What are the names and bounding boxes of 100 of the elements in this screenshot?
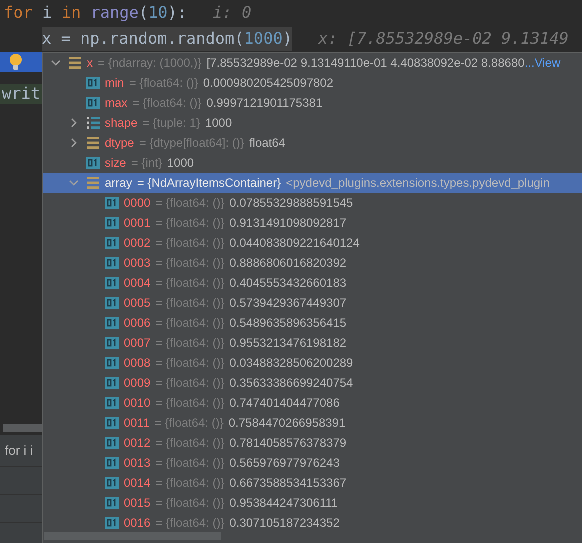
chevron-right-icon[interactable] bbox=[69, 118, 79, 128]
variable-row[interactable]: 0012 = {float64: ()} 0.7814058576378379 bbox=[43, 433, 582, 453]
chevron-down-icon[interactable] bbox=[69, 178, 79, 188]
variable-row[interactable]: 0010 = {float64: ()} 0.747401404477086 bbox=[43, 393, 582, 413]
primitive-value-icon bbox=[105, 357, 119, 369]
variable-row[interactable]: 0007 = {float64: ()} 0.9553213476198182 bbox=[43, 333, 582, 353]
variable-type: = {float64: ()} bbox=[156, 435, 225, 452]
lightbulb-icon[interactable] bbox=[9, 54, 23, 70]
variable-row[interactable]: 0009 = {float64: ()} 0.35633386699240754 bbox=[43, 373, 582, 393]
variable-name: 0006 bbox=[124, 315, 151, 332]
variable-row[interactable]: x = {ndarray: (1000,)} [7.85532989e-02 9.13149110e-01 4.40838092e-02 8.88680...View bbox=[43, 53, 582, 73]
variable-row[interactable]: 0008 = {float64: ()} 0.03488328506200289 bbox=[43, 353, 582, 373]
variable-name: 0015 bbox=[124, 495, 151, 512]
variable-row[interactable]: 0000 = {float64: ()} 0.07855329888591545 bbox=[43, 193, 582, 213]
primitive-value-icon bbox=[105, 297, 119, 309]
variable-name: size bbox=[105, 155, 126, 172]
variable-row[interactable]: 0002 = {float64: ()} 0.044083809221640124 bbox=[43, 233, 582, 253]
variable-name: 0010 bbox=[124, 395, 151, 412]
variable-row[interactable]: 0005 = {float64: ()} 0.5739429367449307 bbox=[43, 293, 582, 313]
list-icon bbox=[86, 137, 100, 149]
variable-type: = {float64: ()} bbox=[156, 235, 225, 252]
view-link[interactable]: ...View bbox=[524, 54, 561, 72]
primitive-value-icon bbox=[105, 397, 119, 409]
variable-row[interactable]: max = {float64: ()} 0.9997121901175381 bbox=[43, 93, 582, 113]
variable-name: 0013 bbox=[124, 455, 151, 472]
variable-name: 0000 bbox=[124, 195, 151, 212]
variable-name: 0003 bbox=[124, 255, 151, 272]
primitive-value-icon bbox=[105, 477, 119, 489]
tab[interactable]: for i i bbox=[0, 435, 42, 467]
primitive-value-icon bbox=[105, 197, 119, 209]
primitive-value-icon bbox=[105, 497, 119, 509]
variable-value: 0.9997121901175381 bbox=[206, 95, 323, 112]
variable-name: x bbox=[87, 55, 93, 72]
primitive-value-icon bbox=[105, 277, 119, 289]
variable-name: 0012 bbox=[124, 435, 151, 452]
variable-row[interactable]: 0001 = {float64: ()} 0.9131491098092817 bbox=[43, 213, 582, 233]
variable-type: = {float64: ()} bbox=[156, 295, 225, 312]
primitive-value-icon bbox=[105, 457, 119, 469]
variable-row[interactable]: 0011 = {float64: ()} 0.7584470266958391 bbox=[43, 413, 582, 433]
primitive-value-icon bbox=[105, 437, 119, 449]
variable-row[interactable]: 0013 = {float64: ()} 0.565976977976243 bbox=[43, 453, 582, 473]
list-icon bbox=[86, 177, 100, 189]
variable-type: = {float64: ()} bbox=[156, 275, 225, 292]
primitive-value-icon bbox=[105, 217, 119, 229]
primitive-value-icon bbox=[105, 377, 119, 389]
variable-name: 0011 bbox=[124, 415, 150, 432]
variable-type: = {float64: ()} bbox=[156, 495, 225, 512]
variable-row[interactable]: 0015 = {float64: ()} 0.953844247306111 bbox=[43, 493, 582, 513]
chevron-right-icon[interactable] bbox=[69, 138, 79, 148]
variable-row[interactable]: array = {NdArrayItemsContainer} <pydevd_plugins.extensions.types.pydevd_plugin bbox=[43, 173, 582, 193]
variable-type: = {tuple: 1} bbox=[142, 115, 200, 132]
variable-value: 0.03488328506200289 bbox=[230, 355, 354, 372]
variable-type: = {float64: ()} bbox=[156, 515, 225, 532]
variable-row[interactable]: size = {int} 1000 bbox=[43, 153, 582, 173]
variable-value: 0.000980205425097802 bbox=[203, 75, 334, 92]
variable-name: 0016 bbox=[124, 515, 151, 532]
variable-value: 0.6673588534153367 bbox=[230, 475, 347, 492]
primitive-value-icon bbox=[86, 157, 100, 169]
primitive-value-icon bbox=[105, 257, 119, 269]
variable-type: = {float64: ()} bbox=[156, 375, 225, 392]
primitive-value-icon bbox=[105, 517, 119, 529]
variable-name: 0008 bbox=[124, 355, 151, 372]
variable-value: [7.85532989e-02 9.13149110e-01 4.40838092e-02 8.88680 bbox=[206, 55, 525, 72]
variable-type: = {float64: ()} bbox=[156, 355, 225, 372]
variable-row[interactable]: min = {float64: ()} 0.000980205425097802 bbox=[43, 73, 582, 93]
variable-name: array bbox=[105, 175, 132, 192]
variable-value: 0.747401404477086 bbox=[230, 395, 340, 412]
variable-name: 0014 bbox=[124, 475, 151, 492]
variable-value: 0.4045553432660183 bbox=[230, 275, 347, 292]
scrollbar[interactable] bbox=[3, 424, 42, 432]
primitive-value-icon bbox=[86, 77, 100, 89]
chevron-down-icon[interactable] bbox=[51, 58, 61, 68]
variable-value: 0.7584470266958391 bbox=[228, 415, 346, 432]
variable-name: min bbox=[105, 75, 124, 92]
variable-type: = {float64: ()} bbox=[156, 315, 225, 332]
primitive-value-icon bbox=[105, 337, 119, 349]
variable-row[interactable]: dtype = {dtype[float64]: ()} float64 bbox=[43, 133, 582, 153]
variable-type: = {dtype[float64]: ()} bbox=[139, 135, 244, 152]
variable-row[interactable]: 0014 = {float64: ()} 0.6673588534153367 bbox=[43, 473, 582, 493]
code-line: for i in range(10): bbox=[4, 2, 188, 24]
variable-name: 0002 bbox=[124, 235, 151, 252]
variable-value: 0.5489635896356415 bbox=[230, 315, 347, 332]
code-fragment: writ bbox=[1, 84, 41, 104]
variable-row[interactable]: 0003 = {float64: ()} 0.8886806016820392 bbox=[43, 253, 582, 273]
inline-value-hint: i: 0 bbox=[213, 2, 252, 24]
variable-value: float64 bbox=[249, 135, 286, 152]
inline-value-hint: x: [7.85532989e-02 9.13149 bbox=[318, 28, 569, 50]
variable-type: = {ndarray: (1000,)} bbox=[98, 55, 202, 72]
variable-value: 0.953844247306111 bbox=[230, 495, 338, 512]
variable-value: <pydevd_plugins.extensions.types.pydevd_plugin bbox=[286, 175, 550, 192]
variable-value: 0.5739429367449307 bbox=[230, 295, 347, 312]
variable-row[interactable]: shape = {tuple: 1} 1000 bbox=[43, 113, 582, 133]
variable-row[interactable]: 0016 = {float64: ()} 0.307105187234352 bbox=[43, 513, 582, 533]
variable-type: = {float64: ()} bbox=[154, 415, 224, 432]
variable-value: 0.307105187234352 bbox=[230, 515, 340, 532]
primitive-value-icon bbox=[86, 97, 100, 109]
variable-value: 0.565976977976243 bbox=[230, 455, 340, 472]
variable-row[interactable]: 0004 = {float64: ()} 0.4045553432660183 bbox=[43, 273, 582, 293]
variable-row[interactable]: 0006 = {float64: ()} 0.5489635896356415 bbox=[43, 313, 582, 333]
horizontal-scrollbar[interactable] bbox=[44, 532, 221, 540]
